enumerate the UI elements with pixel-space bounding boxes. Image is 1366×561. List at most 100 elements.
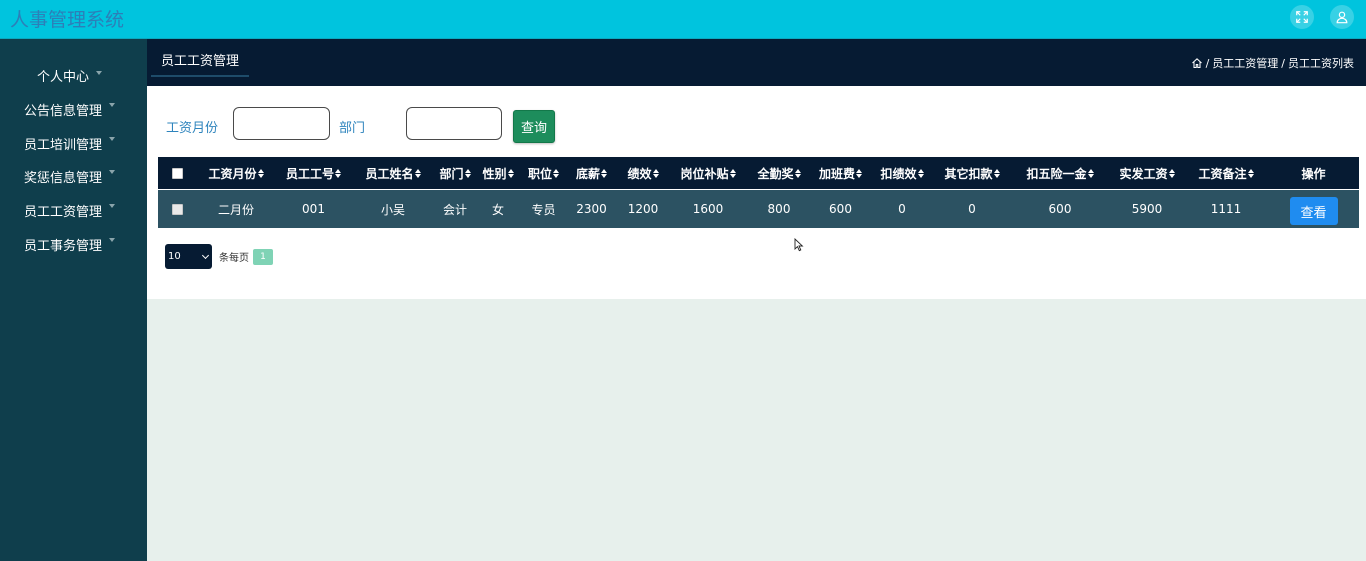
- column-header-allowance[interactable]: 岗位补贴: [669, 157, 747, 189]
- column-header-employee-id[interactable]: 员工工号: [276, 157, 351, 189]
- query-button[interactable]: 查询: [513, 110, 555, 143]
- column-header-attendance-bonus[interactable]: 全勤奖: [747, 157, 811, 189]
- sidebar-item-rewards[interactable]: 奖惩信息管理: [0, 164, 147, 188]
- sidebar-item-training[interactable]: 员工培训管理: [0, 131, 147, 155]
- sort-icon: [652, 168, 659, 178]
- cell-position: 专员: [531, 202, 556, 217]
- cell-overtime: 600: [829, 202, 852, 216]
- tab-bar: 员工工资管理 / 员工工资管理 / 员工工资列表: [147, 39, 1366, 86]
- sidebar-item-label: 个人中心: [37, 70, 90, 85]
- table-header: 工资月份 员工工号 员工姓名 部门 性别 职位 底薪 绩效 岗位补贴 全勤奖 加…: [158, 157, 1359, 189]
- page-size-select[interactable]: 10: [165, 244, 212, 269]
- page-size-value: 10: [168, 251, 181, 262]
- mouse-cursor-icon: [794, 238, 804, 252]
- select-all-cell: [158, 157, 196, 189]
- breadcrumb-separator: /: [1205, 56, 1210, 70]
- breadcrumb-separator: /: [1281, 56, 1285, 70]
- column-header-performance[interactable]: 绩效: [617, 157, 669, 189]
- sort-icon: [1168, 168, 1175, 178]
- sidebar: 个人中心 公告信息管理 员工培训管理 奖惩信息管理 员工工资管理 员工事务管理: [0, 39, 147, 561]
- chevron-down-icon: [109, 204, 115, 208]
- sidebar-item-label: 公告信息管理: [24, 104, 103, 119]
- column-header-perf-deduction[interactable]: 扣绩效: [870, 157, 934, 189]
- cell-perf-deduction: 0: [898, 202, 906, 216]
- chevron-down-icon: [109, 103, 115, 107]
- chevron-down-icon: [109, 238, 115, 242]
- sidebar-item-salary[interactable]: 员工工资管理: [0, 198, 147, 222]
- cell-performance: 1200: [627, 202, 659, 216]
- tab-salary-management[interactable]: 员工工资管理: [151, 49, 250, 77]
- salary-month-input[interactable]: [233, 107, 330, 140]
- cell-employee-name: 小吴: [380, 202, 405, 217]
- app-title: 人事管理系统: [10, 9, 125, 31]
- cell-other-deduction: 0: [968, 202, 976, 216]
- chevron-down-icon: [109, 170, 115, 174]
- sort-icon: [335, 168, 341, 178]
- sort-icon: [1247, 168, 1254, 178]
- column-header-gender[interactable]: 性别: [475, 157, 521, 189]
- sort-icon: [917, 168, 924, 178]
- page-number-current[interactable]: 1: [253, 248, 273, 265]
- column-header-insurance[interactable]: 扣五险一金: [1010, 157, 1110, 189]
- column-header-action: 操作: [1301, 166, 1326, 181]
- sidebar-item-personal-center[interactable]: 个人中心: [0, 63, 147, 87]
- column-header-month[interactable]: 工资月份: [196, 157, 276, 189]
- sidebar-item-affairs[interactable]: 员工事务管理: [0, 232, 147, 256]
- sort-icon: [553, 168, 559, 178]
- cell-base-salary: 2300: [576, 202, 607, 216]
- sort-icon: [414, 168, 421, 178]
- home-icon[interactable]: [1191, 57, 1203, 69]
- column-header-overtime[interactable]: 加班费: [811, 157, 870, 189]
- sort-icon: [257, 168, 264, 178]
- main-panel: 工资月份 部门 查询 工资月份 员工工号 员工姓名 部门 性别 职位 底薪 绩效…: [147, 86, 1366, 299]
- department-input[interactable]: [406, 107, 502, 140]
- cell-gender: 女: [491, 202, 504, 217]
- column-header-base-salary[interactable]: 底薪: [566, 157, 617, 189]
- column-header-other-deduction[interactable]: 其它扣款: [934, 157, 1010, 189]
- pagination: 10 条每页 1: [165, 244, 273, 269]
- sort-icon: [1087, 168, 1094, 178]
- breadcrumb-item: 员工工资列表: [1288, 57, 1354, 70]
- breadcrumb-item[interactable]: 员工工资管理: [1212, 55, 1278, 71]
- sidebar-item-notice[interactable]: 公告信息管理: [0, 97, 147, 121]
- row-checkbox[interactable]: [171, 203, 183, 215]
- cell-month: 二月份: [217, 202, 254, 217]
- fullscreen-icon[interactable]: [1290, 5, 1314, 29]
- sort-icon: [601, 168, 607, 178]
- sort-icon: [464, 168, 471, 178]
- per-page-label: 条每页: [219, 253, 249, 264]
- column-header-net-salary[interactable]: 实发工资: [1110, 157, 1184, 189]
- table-row[interactable]: 二月份 001 小吴 会计 女 专员 2300 1200 1600 800 60…: [158, 190, 1359, 228]
- sidebar-item-label: 奖惩信息管理: [24, 171, 103, 186]
- cell-allowance: 1600: [692, 202, 724, 216]
- sort-icon: [856, 168, 862, 178]
- cell-attendance-bonus: 800: [767, 202, 791, 216]
- sort-icon: [794, 168, 801, 178]
- column-header-remark[interactable]: 工资备注: [1184, 157, 1268, 189]
- sidebar-item-label: 员工事务管理: [24, 239, 103, 254]
- chevron-down-icon: [201, 251, 210, 259]
- column-header-department[interactable]: 部门: [435, 157, 475, 189]
- chevron-down-icon: [96, 71, 102, 75]
- salary-month-label: 工资月份: [166, 121, 219, 136]
- cell-action: 查看: [1268, 190, 1359, 228]
- chevron-down-icon: [109, 137, 115, 141]
- department-label: 部门: [339, 121, 366, 136]
- cell-remark: 1111: [1210, 202, 1242, 216]
- cell-insurance: 600: [1048, 202, 1072, 216]
- row-select-cell: [158, 190, 196, 228]
- column-header-position[interactable]: 职位: [521, 157, 566, 189]
- column-header-employee-name[interactable]: 员工姓名: [351, 157, 435, 189]
- sort-icon: [993, 168, 1000, 178]
- breadcrumb: / 员工工资管理 / 员工工资列表: [1191, 55, 1354, 71]
- select-all-checkbox[interactable]: [171, 167, 183, 179]
- sidebar-item-label: 员工培训管理: [24, 138, 103, 153]
- cell-department: 会计: [442, 202, 467, 217]
- sidebar-item-label: 员工工资管理: [24, 205, 103, 220]
- top-bar: 人事管理系统: [0, 0, 1366, 39]
- sort-icon: [729, 168, 736, 178]
- cell-employee-id: 001: [302, 202, 325, 216]
- user-icon[interactable]: [1330, 5, 1354, 29]
- sort-icon: [507, 168, 514, 178]
- view-button[interactable]: 查看: [1289, 197, 1338, 225]
